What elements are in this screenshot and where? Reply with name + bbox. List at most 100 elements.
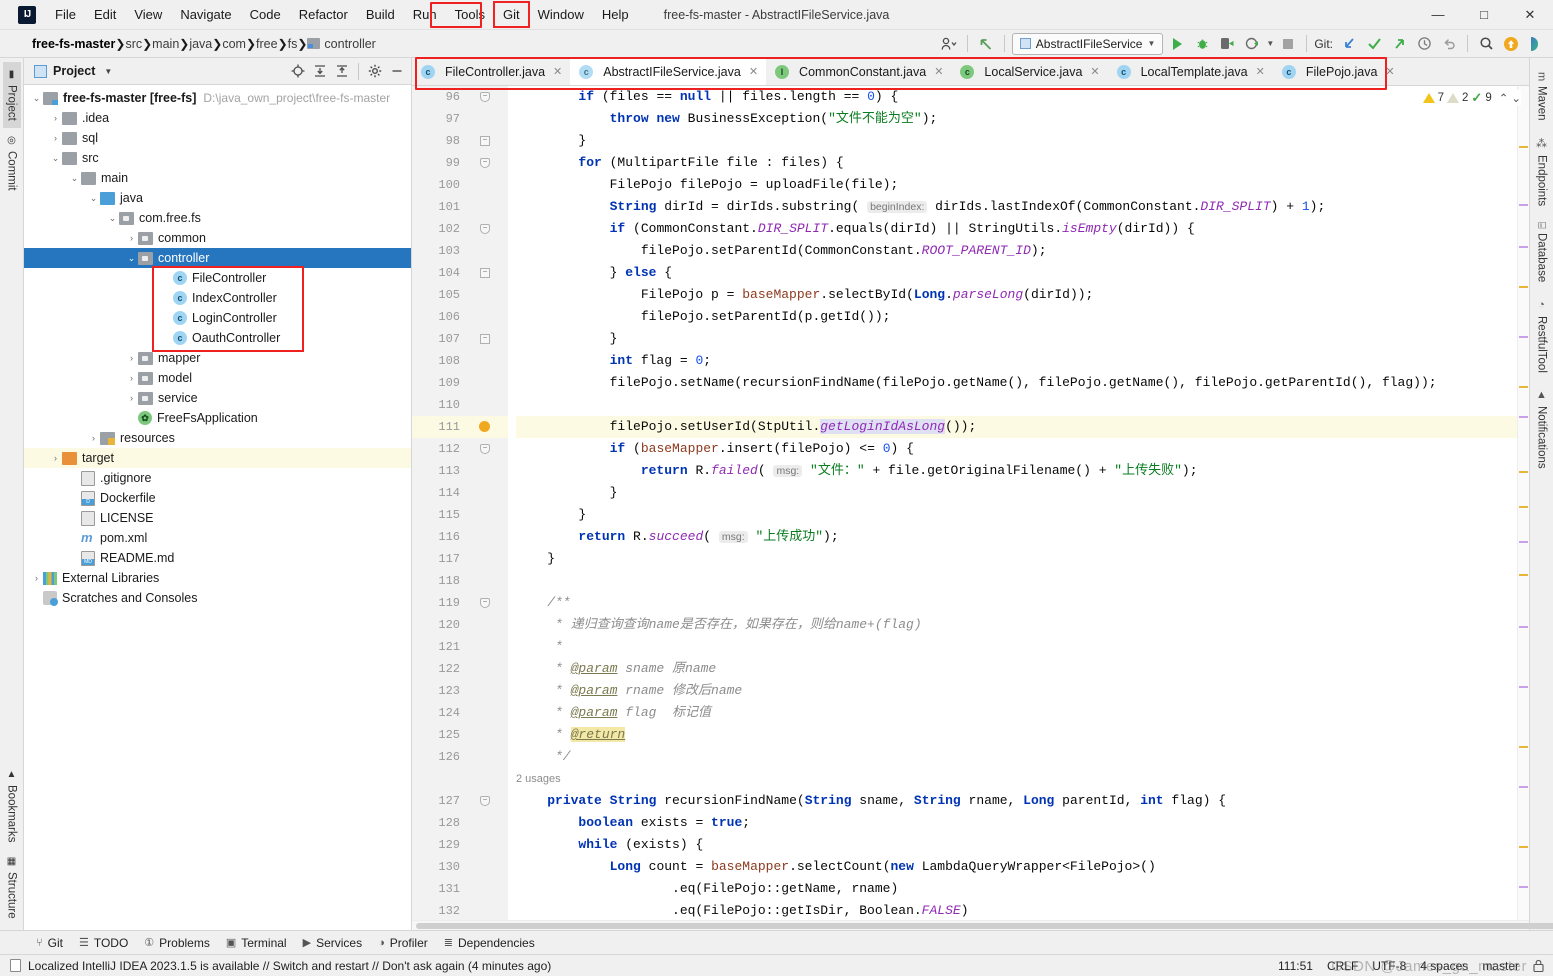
tree-expand-arrow-icon[interactable]: › (49, 113, 62, 123)
editor-marker[interactable] (1519, 506, 1528, 508)
editor-marker[interactable] (1519, 626, 1528, 628)
sidebar-item-structure[interactable]: ▦ Structure (3, 849, 21, 926)
editor-marker[interactable] (1519, 541, 1528, 543)
run-icon[interactable] (1166, 33, 1188, 55)
tree-item-scratches-and-consoles[interactable]: Scratches and Consoles (24, 588, 411, 608)
gutter-line-105[interactable]: 105 (412, 284, 508, 306)
code-line-114[interactable]: } (516, 482, 1517, 504)
gutter-line-109[interactable]: 109 (412, 372, 508, 394)
code-line-119[interactable]: /** (516, 592, 1517, 614)
expand-all-icon[interactable] (310, 61, 330, 81)
code-line-107[interactable]: } (516, 328, 1517, 350)
gutter-line-108[interactable]: 108 (412, 350, 508, 372)
usages-inlay-hint[interactable]: 2 usages (516, 773, 561, 785)
breadcrumb-item-fs[interactable]: fs (288, 37, 298, 51)
right-rail-item-endpoints[interactable]: ⁂ Endpoints (1532, 129, 1551, 214)
git-push-icon[interactable] (1388, 33, 1410, 55)
tool-window-button-todo[interactable]: ☰ TODO (79, 936, 128, 950)
code-fold-toggle[interactable]: − (480, 598, 490, 608)
code-line-108[interactable]: int flag = 0; (516, 350, 1517, 372)
intention-bulb-icon[interactable] (479, 421, 490, 432)
tree-expand-arrow-icon[interactable]: › (49, 133, 62, 143)
minimize-button[interactable]: — (1415, 0, 1461, 30)
tree-expand-arrow-icon[interactable]: ⌄ (68, 173, 81, 184)
editor-tab-abstractifileservice-java[interactable]: c AbstractIFileService.java ✕ (570, 58, 767, 85)
editor-marker[interactable] (1519, 574, 1528, 576)
tree-item-main[interactable]: ⌄ main (24, 168, 411, 188)
code-line-98[interactable]: } (516, 130, 1517, 152)
gutter-line-127[interactable]: 127 − (412, 790, 508, 812)
tool-window-button-dependencies[interactable]: ≣ Dependencies (444, 936, 535, 950)
collapse-all-icon[interactable] (332, 61, 352, 81)
tab-close-icon[interactable]: ✕ (1256, 65, 1265, 78)
tree-item-license[interactable]: LICENSE (24, 508, 411, 528)
tree-expand-arrow-icon[interactable]: › (125, 393, 138, 403)
lock-icon[interactable] (1533, 959, 1545, 973)
settings-gear-icon[interactable] (365, 61, 385, 81)
code-line-124[interactable]: * @param flag 标记值 (516, 702, 1517, 724)
gutter-line-111[interactable]: 111 (412, 416, 508, 438)
editor-tab-filecontroller-java[interactable]: c FileController.java ✕ (412, 58, 570, 85)
editor-tab-filepojo-java[interactable]: c FilePojo.java ✕ (1273, 58, 1403, 85)
code-line-102[interactable]: if (CommonConstant.DIR_SPLIT.equals(dirI… (516, 218, 1517, 240)
git-branch-widget[interactable]: master (1482, 959, 1519, 973)
code-line-121[interactable]: * (516, 636, 1517, 658)
code-fold-toggle[interactable]: − (480, 796, 490, 806)
gutter-line-113[interactable]: 113 (412, 460, 508, 482)
editor-marker[interactable] (1519, 146, 1528, 148)
editor-marker[interactable] (1519, 746, 1528, 748)
git-history-icon[interactable] (1413, 33, 1435, 55)
menu-item-view[interactable]: View (125, 2, 171, 27)
tree-item-target[interactable]: › target (24, 448, 411, 468)
code-line-116[interactable]: return R.succeed( msg: "上传成功"); (516, 526, 1517, 548)
editor-gutter[interactable]: 96−97 98−99−100 101 102−103 104−105 106 107−10… (412, 86, 508, 920)
next-problem-icon[interactable]: ⌄ (1511, 91, 1521, 105)
gutter-line-119[interactable]: 119 − (412, 592, 508, 614)
menu-item-run[interactable]: Run (404, 2, 446, 27)
code-line-128[interactable]: boolean exists = true; (516, 812, 1517, 834)
breadcrumb-item-controller[interactable]: controller (307, 37, 376, 51)
profile-icon[interactable] (1241, 33, 1263, 55)
editor-marker[interactable] (1519, 416, 1528, 418)
editor-marker[interactable] (1519, 286, 1528, 288)
user-settings-icon[interactable] (938, 33, 960, 55)
sidebar-item-project[interactable]: ▮ Project (2, 62, 21, 128)
tree-item-dockerfile[interactable]: D Dockerfile (24, 488, 411, 508)
gutter-line-104[interactable]: 104 − (412, 262, 508, 284)
code-text-area[interactable]: if (files == null || files.length == 0) … (508, 86, 1517, 920)
line-separator[interactable]: CRLF (1327, 959, 1358, 973)
tree-item-pom-xml[interactable]: m pom.xml (24, 528, 411, 548)
gutter-line-121[interactable]: 121 (412, 636, 508, 658)
gutter-line-132[interactable]: 132 (412, 900, 508, 920)
tree-item-free-fs-master-free-fs-[interactable]: ⌄ free-fs-master [free-fs] D:\java_own_pro… (24, 88, 411, 108)
tool-window-button-problems[interactable]: ① Problems (144, 936, 210, 950)
code-line-122[interactable]: * @param sname 原name (516, 658, 1517, 680)
chevron-down-icon[interactable]: ▼ (104, 67, 112, 76)
right-rail-item-notifications[interactable]: ▲ Notifications (1533, 381, 1551, 477)
stop-icon[interactable] (1277, 33, 1299, 55)
menu-item-file[interactable]: File (46, 2, 85, 27)
code-line-96[interactable]: if (files == null || files.length == 0) … (516, 86, 1517, 108)
sidebar-item-commit[interactable]: ◎ Commit (3, 128, 21, 198)
right-rail-item-database[interactable]: ⌸ Database (1533, 214, 1551, 291)
right-rail-item-restfultool[interactable]: ◔ RestfulTool (1533, 291, 1551, 381)
tree-expand-arrow-icon[interactable]: ⌄ (106, 213, 119, 224)
indent-setting[interactable]: 4 spaces (1420, 959, 1468, 973)
tree-item-common[interactable]: › common (24, 228, 411, 248)
code-line-110[interactable] (516, 394, 1517, 416)
tree-item-logincontroller[interactable]: c LoginController (24, 308, 411, 328)
tree-item--idea[interactable]: › .idea (24, 108, 411, 128)
code-fold-toggle[interactable]: − (480, 136, 490, 146)
tree-expand-arrow-icon[interactable]: › (30, 573, 43, 583)
gutter-line-123[interactable]: 123 (412, 680, 508, 702)
breadcrumb-item-src[interactable]: src (125, 37, 142, 51)
tree-expand-arrow-icon[interactable]: ⌄ (87, 193, 100, 204)
gutter-line-118[interactable]: 118 (412, 570, 508, 592)
debug-icon[interactable] (1191, 33, 1213, 55)
menu-item-refactor[interactable]: Refactor (290, 2, 357, 27)
update-app-icon[interactable] (1500, 33, 1522, 55)
right-rail-item-maven[interactable]: m Maven (1533, 64, 1551, 129)
code-line-111[interactable]: filePojo.setUserId(StpUtil.getLoginIdAsL… (516, 416, 1517, 438)
tree-item-model[interactable]: › model (24, 368, 411, 388)
tree-expand-arrow-icon[interactable]: ⌄ (49, 153, 62, 164)
